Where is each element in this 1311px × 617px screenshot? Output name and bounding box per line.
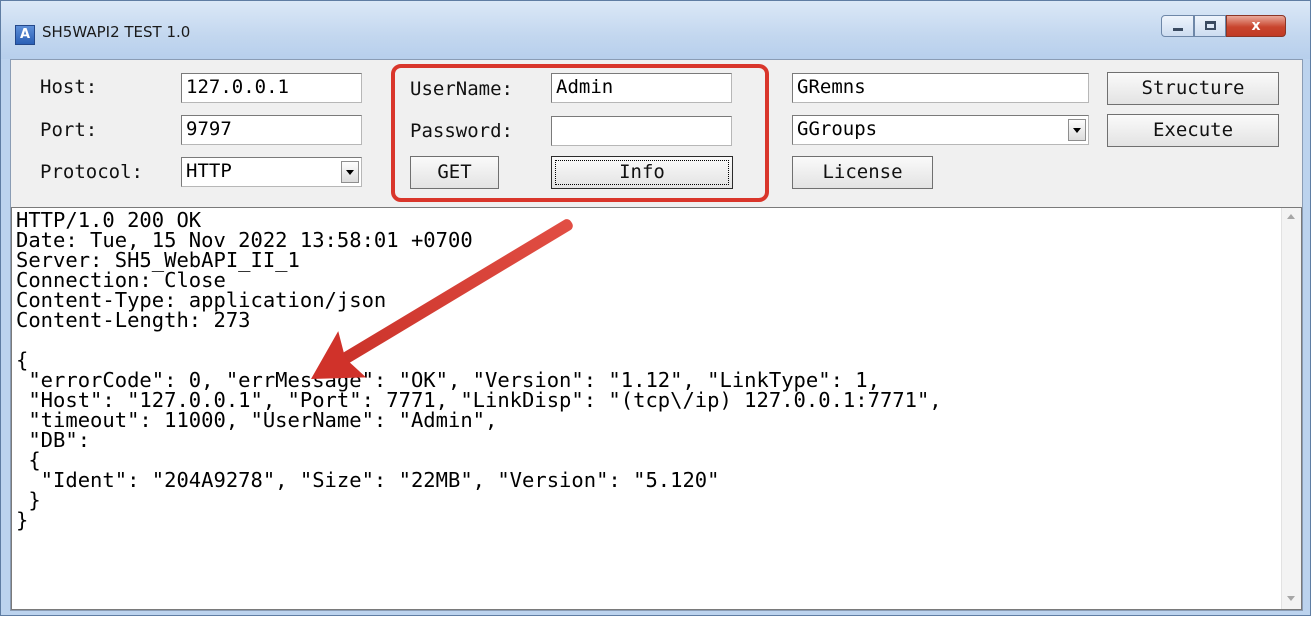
minimize-button[interactable]	[1161, 15, 1194, 37]
ggroups-value: GGroups	[797, 118, 878, 140]
info-button[interactable]: Info	[551, 156, 733, 189]
focus-rectangle	[555, 160, 729, 185]
maximize-icon	[1205, 21, 1216, 30]
password-label: Password:	[410, 120, 513, 142]
license-button[interactable]: License	[792, 156, 933, 189]
scroll-down-icon[interactable]	[1287, 596, 1295, 601]
minimize-icon	[1173, 28, 1183, 31]
close-icon: x	[1251, 18, 1261, 34]
response-output-area[interactable]: HTTP/1.0 200 OK Date: Tue, 15 Nov 2022 1…	[11, 207, 1302, 610]
ggroups-select[interactable]: GGroups	[792, 115, 1089, 145]
username-input[interactable]: Admin	[551, 73, 732, 103]
app-icon: A	[15, 25, 35, 45]
protocol-value: HTTP	[186, 160, 232, 182]
window-title: SH5WAPI2 TEST 1.0	[42, 23, 191, 41]
dialog-client-area: Host: 127.0.0.1 Port: 9797 Protocol: HTT…	[10, 59, 1303, 611]
protocol-label: Protocol:	[40, 161, 143, 183]
protocol-select[interactable]: HTTP	[181, 157, 362, 187]
close-button[interactable]: x	[1226, 15, 1286, 37]
chevron-down-icon[interactable]	[341, 161, 359, 183]
response-text: HTTP/1.0 200 OK Date: Tue, 15 Nov 2022 1…	[16, 208, 942, 532]
execute-button[interactable]: Execute	[1107, 114, 1279, 147]
chevron-down-icon[interactable]	[1068, 119, 1086, 141]
app-window: A SH5WAPI2 TEST 1.0 x Host: 127.0.0.1 Po…	[0, 0, 1311, 616]
title-bar[interactable]: A SH5WAPI2 TEST 1.0 x	[1, 1, 1310, 59]
host-label: Host:	[40, 76, 98, 98]
password-input[interactable]	[551, 116, 732, 146]
maximize-button[interactable]	[1194, 15, 1226, 37]
host-input[interactable]: 127.0.0.1	[181, 73, 362, 103]
vertical-scrollbar[interactable]	[1281, 208, 1301, 609]
username-label: UserName:	[410, 78, 513, 100]
gremns-input[interactable]: GRemns	[792, 73, 1089, 103]
get-button[interactable]: GET	[410, 156, 499, 189]
port-input[interactable]: 9797	[181, 115, 362, 145]
scroll-up-icon[interactable]	[1287, 214, 1295, 219]
port-label: Port:	[40, 119, 98, 141]
structure-button[interactable]: Structure	[1107, 72, 1279, 105]
